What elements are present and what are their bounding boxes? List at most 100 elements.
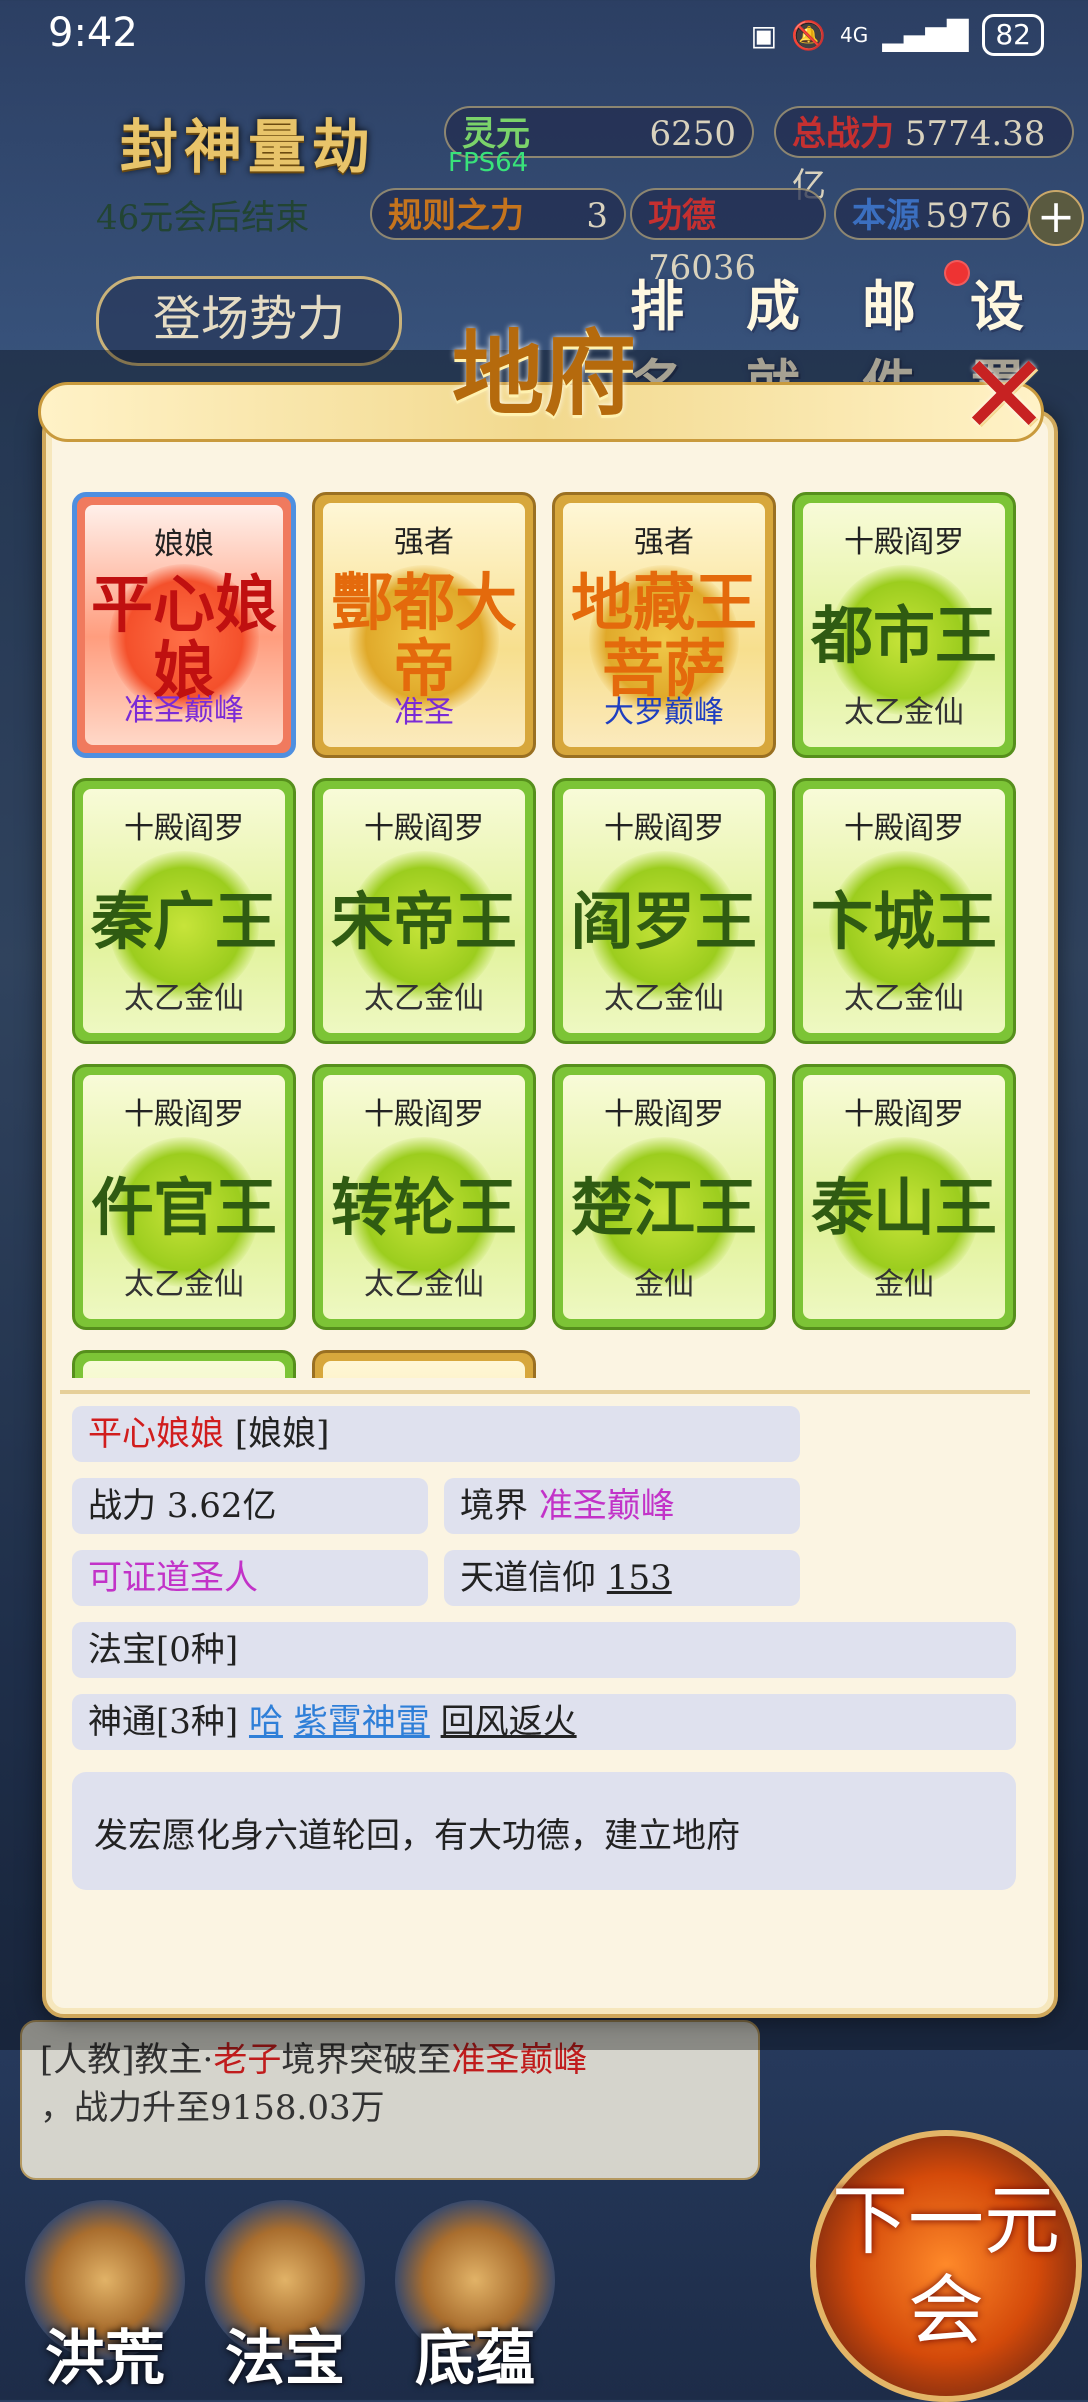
detail-realm: 境界 准圣巅峰 [444,1478,800,1534]
signal-icon: ▂▄▆█ [882,18,969,52]
mute-icon: 🔕 [791,18,826,52]
card-category: 强者 [394,525,454,560]
card-category: 十殿阎罗 [604,811,724,846]
card-background: 十殿阎罗 泰山王 金仙 [803,1075,1005,1319]
card-background: 十殿阎罗 宋帝王 太乙金仙 [323,789,525,1033]
merit-label: 功德 [648,196,716,236]
card-background: 强者 地藏王菩萨 大罗巅峰 [563,503,765,747]
modal-title: 地府 [451,320,636,428]
nfc-icon: ▣ [750,18,778,52]
origin-resource: 本源 5976 [834,188,1030,240]
status-value: 可证道圣人 [88,1558,258,1598]
add-resource-button[interactable]: + [1028,190,1084,246]
character-card[interactable] [72,1350,296,1378]
character-card[interactable] [312,1350,536,1378]
detail-description: 发宏愿化身六道轮回，有大功德，建立地府 [72,1772,1016,1890]
card-rank: 太乙金仙 [844,981,964,1016]
card-category: 十殿阎罗 [844,811,964,846]
skill-link[interactable]: 哈 [249,1702,283,1742]
total-power-label: 总战力 [792,114,894,154]
card-background: 十殿阎罗 都市王 太乙金仙 [803,503,1005,747]
character-card[interactable]: 十殿阎罗 转轮王 太乙金仙 [312,1064,536,1330]
card-category: 十殿阎罗 [364,811,484,846]
nav-fabao-label: 法宝 [225,2324,345,2394]
character-card[interactable]: 十殿阎罗 阎罗王 太乙金仙 [552,778,776,1044]
status-time: 9:42 [48,10,138,56]
card-rank: 准圣巅峰 [124,693,244,728]
power-label: 战力 [88,1486,156,1526]
detail-skills: 神通[3种] 哈 紫霄神雷 回风返火 [72,1694,1016,1750]
era-countdown: 46元会后结束 [96,198,310,238]
card-rank: 大罗巅峰 [604,695,724,730]
lingyuan-value: 6250 [649,114,736,154]
faith-label: 天道信仰 [460,1558,596,1598]
origin-value: 5976 [925,196,1012,236]
status-icons: ▣ 🔕 4G ▂▄▆█ 82 [751,14,1044,56]
card-background: 强者 酆都大帝 准圣 [323,503,525,747]
skill-link[interactable]: 紫霄神雷 [294,1702,430,1742]
nav-diyun-label: 底蕴 [415,2324,535,2394]
nav-fabao[interactable]: 法宝 [200,2200,370,2394]
card-background [83,1361,285,1378]
detail-name-row: 平心娘娘 [娘娘] [72,1406,800,1462]
nav-honghuang-label: 洪荒 [45,2324,165,2394]
character-card[interactable]: 十殿阎罗 楚江王 金仙 [552,1064,776,1330]
card-background: 十殿阎罗 仵官王 太乙金仙 [83,1075,285,1319]
character-card[interactable]: 强者 地藏王菩萨 大罗巅峰 [552,492,776,758]
character-card[interactable]: 强者 酆都大帝 准圣 [312,492,536,758]
detail-power: 战力 3.62亿 [72,1478,428,1534]
card-background: 十殿阎罗 楚江王 金仙 [563,1075,765,1319]
card-background: 娘娘 平心娘娘 准圣巅峰 [85,505,283,745]
power-value: 3.62亿 [166,1486,277,1526]
card-background: 十殿阎罗 卞城王 太乙金仙 [803,789,1005,1033]
skill-link[interactable]: 回风返火 [441,1702,577,1742]
card-background: 十殿阎罗 阎罗王 太乙金仙 [563,789,765,1033]
detail-faith: 天道信仰 153 [444,1550,800,1606]
card-rank: 太乙金仙 [124,1267,244,1302]
detail-status: 可证道圣人 [72,1550,428,1606]
divider [60,1390,1030,1394]
card-rank: 太乙金仙 [604,981,724,1016]
nav-diyun[interactable]: 底蕴 [390,2200,560,2394]
character-card[interactable]: 十殿阎罗 泰山王 金仙 [792,1064,1016,1330]
card-category: 十殿阎罗 [604,1097,724,1132]
detail-treasure: 法宝[0种] [72,1622,1016,1678]
status-bar: 9:42 ▣ 🔕 4G ▂▄▆█ 82 [0,0,1088,70]
card-category: 娘娘 [154,527,214,562]
nav-honghuang[interactable]: 洪荒 [20,2200,190,2394]
merit-resource: 功德 76036 [630,188,826,288]
card-rank: 金仙 [874,1267,934,1302]
character-card[interactable]: 十殿阎罗 卞城王 太乙金仙 [792,778,1016,1044]
skills-label: 神通[3种] [88,1702,239,1742]
card-background [323,1361,525,1378]
card-category: 十殿阎罗 [364,1097,484,1132]
realm-value: 准圣巅峰 [538,1486,675,1526]
character-grid[interactable]: 娘娘 平心娘娘 准圣巅峰 强者 酆都大帝 准圣 强者 地藏王菩萨 大罗巅峰 十殿阎罗 都市王 太乙金仙… [72,492,1022,1378]
card-background: 十殿阎罗 转轮王 太乙金仙 [323,1075,525,1319]
card-rank: 太乙金仙 [364,1267,484,1302]
rule-power-label: 规则之力 [388,196,524,236]
character-card[interactable]: 娘娘 平心娘娘 准圣巅峰 [72,492,296,758]
character-card[interactable]: 十殿阎罗 仵官王 太乙金仙 [72,1064,296,1330]
total-power-resource: 总战力 5774.38亿 [774,106,1074,206]
next-era-button[interactable]: 下一元会 [810,2130,1082,2402]
card-background: 十殿阎罗 秦广王 太乙金仙 [83,789,285,1033]
origin-label: 本源 [852,196,920,236]
network-label: 4G [839,23,869,47]
detail-name: 平心娘娘 [88,1414,224,1454]
card-rank: 太乙金仙 [844,695,964,730]
battery-indicator: 82 [982,14,1044,56]
faith-value[interactable]: 153 [607,1558,672,1598]
close-icon[interactable]: ✕ [958,340,1050,450]
character-card[interactable]: 十殿阎罗 宋帝王 太乙金仙 [312,778,536,1044]
card-rank: 太乙金仙 [124,981,244,1016]
era-title: 封神量劫 [120,113,377,181]
character-card[interactable]: 十殿阎罗 秦广王 太乙金仙 [72,778,296,1044]
card-category: 十殿阎罗 [124,1097,244,1132]
card-rank: 太乙金仙 [364,981,484,1016]
character-card[interactable]: 十殿阎罗 都市王 太乙金仙 [792,492,1016,758]
mail-notification-dot [944,260,970,286]
detail-title-tag: [娘娘] [234,1414,330,1454]
card-category: 十殿阎罗 [124,811,244,846]
card-rank: 准圣 [394,695,454,730]
